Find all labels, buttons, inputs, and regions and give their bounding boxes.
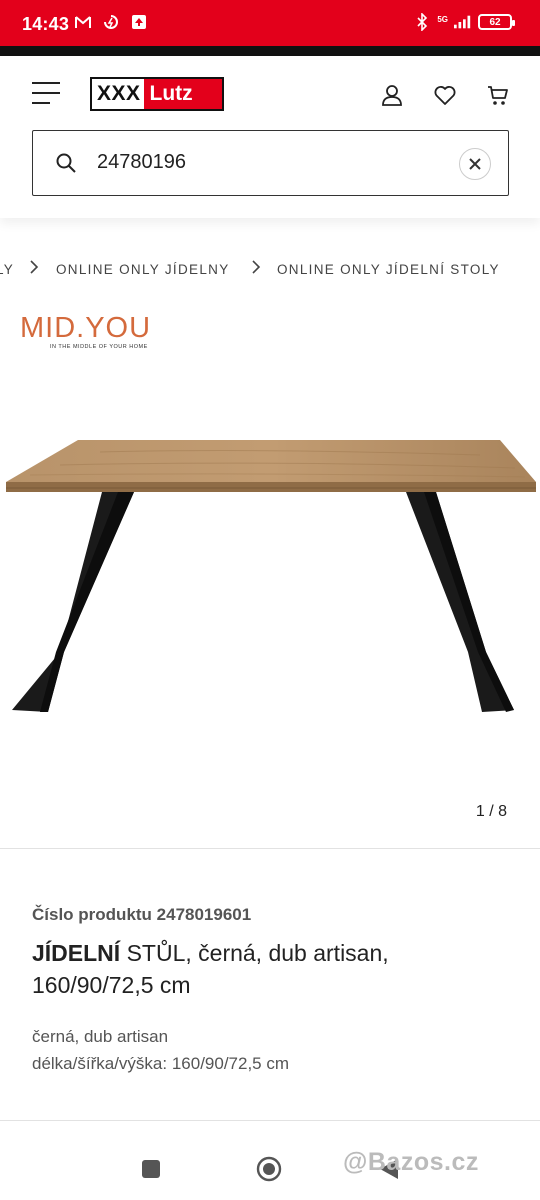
logo-part-xxx: XXX	[92, 79, 144, 109]
header-strip	[0, 46, 540, 56]
brand-logo[interactable]: MID.YOU IN THE MIDDLE OF YOUR HOME	[20, 312, 180, 356]
network-type: 5G	[437, 14, 448, 24]
product-image[interactable]	[0, 420, 540, 730]
gmail-icon	[74, 13, 92, 31]
product-dimensions: délka/šířka/výška: 160/90/72,5 cm	[32, 1054, 290, 1073]
product-color: černá, dub artisan	[32, 1027, 169, 1046]
section-divider	[0, 1120, 540, 1121]
search-field[interactable]: 24780196	[32, 130, 509, 196]
breadcrumb-item[interactable]: ONLINE ONLY JÍDELNY	[56, 262, 230, 277]
search-icon[interactable]	[55, 152, 77, 174]
status-time: 14:43	[22, 14, 70, 34]
cart-icon[interactable]	[486, 83, 510, 107]
product-title: JÍDELNÍ STŮL, černá, dub artisan, 160/90…	[32, 937, 502, 1001]
product-title-strong: JÍDELNÍ	[32, 940, 121, 966]
gallery-counter: 1 / 8	[475, 803, 507, 820]
user-icon[interactable]	[380, 83, 404, 107]
signal-icon	[454, 13, 472, 31]
upload-icon	[130, 13, 148, 31]
chevron-right-icon	[29, 260, 39, 274]
battery-level: 62	[489, 16, 501, 28]
brand-tagline: IN THE MIDDLE OF YOUR HOME	[50, 344, 148, 350]
section-divider	[0, 848, 540, 849]
chevron-right-icon	[251, 260, 261, 274]
charging-fan-icon	[102, 13, 120, 31]
product-page: 14:43 5G 62 XXX Lutz 24780196 Y ONLINE O…	[0, 0, 540, 1200]
brand-name: MID.YOU	[20, 312, 152, 344]
heart-icon[interactable]	[433, 83, 457, 107]
xxxlutz-logo[interactable]: XXX Lutz	[90, 77, 224, 111]
close-icon[interactable]	[459, 148, 491, 180]
menu-icon[interactable]	[32, 82, 60, 106]
site-header: XXX Lutz 24780196	[0, 56, 540, 218]
search-input[interactable]: 24780196	[97, 151, 186, 174]
bluetooth-icon	[413, 13, 431, 31]
logo-part-lutz: Lutz	[143, 79, 222, 109]
battery-icon: 62	[478, 14, 515, 30]
watermark: @Bazos.cz	[343, 1148, 479, 1176]
breadcrumb-item[interactable]: ONLINE ONLY JÍDELNÍ STOLY	[277, 262, 500, 277]
product-number: Číslo produktu 2478019601	[32, 905, 252, 924]
breadcrumb-item[interactable]: LY	[0, 262, 14, 277]
recents-button[interactable]	[138, 1156, 164, 1182]
home-button[interactable]	[256, 1156, 282, 1182]
breadcrumb: LY ONLINE ONLY JÍDELNY ONLINE ONLY JÍDEL…	[0, 258, 540, 282]
status-bar: 14:43 5G 62	[0, 0, 540, 46]
